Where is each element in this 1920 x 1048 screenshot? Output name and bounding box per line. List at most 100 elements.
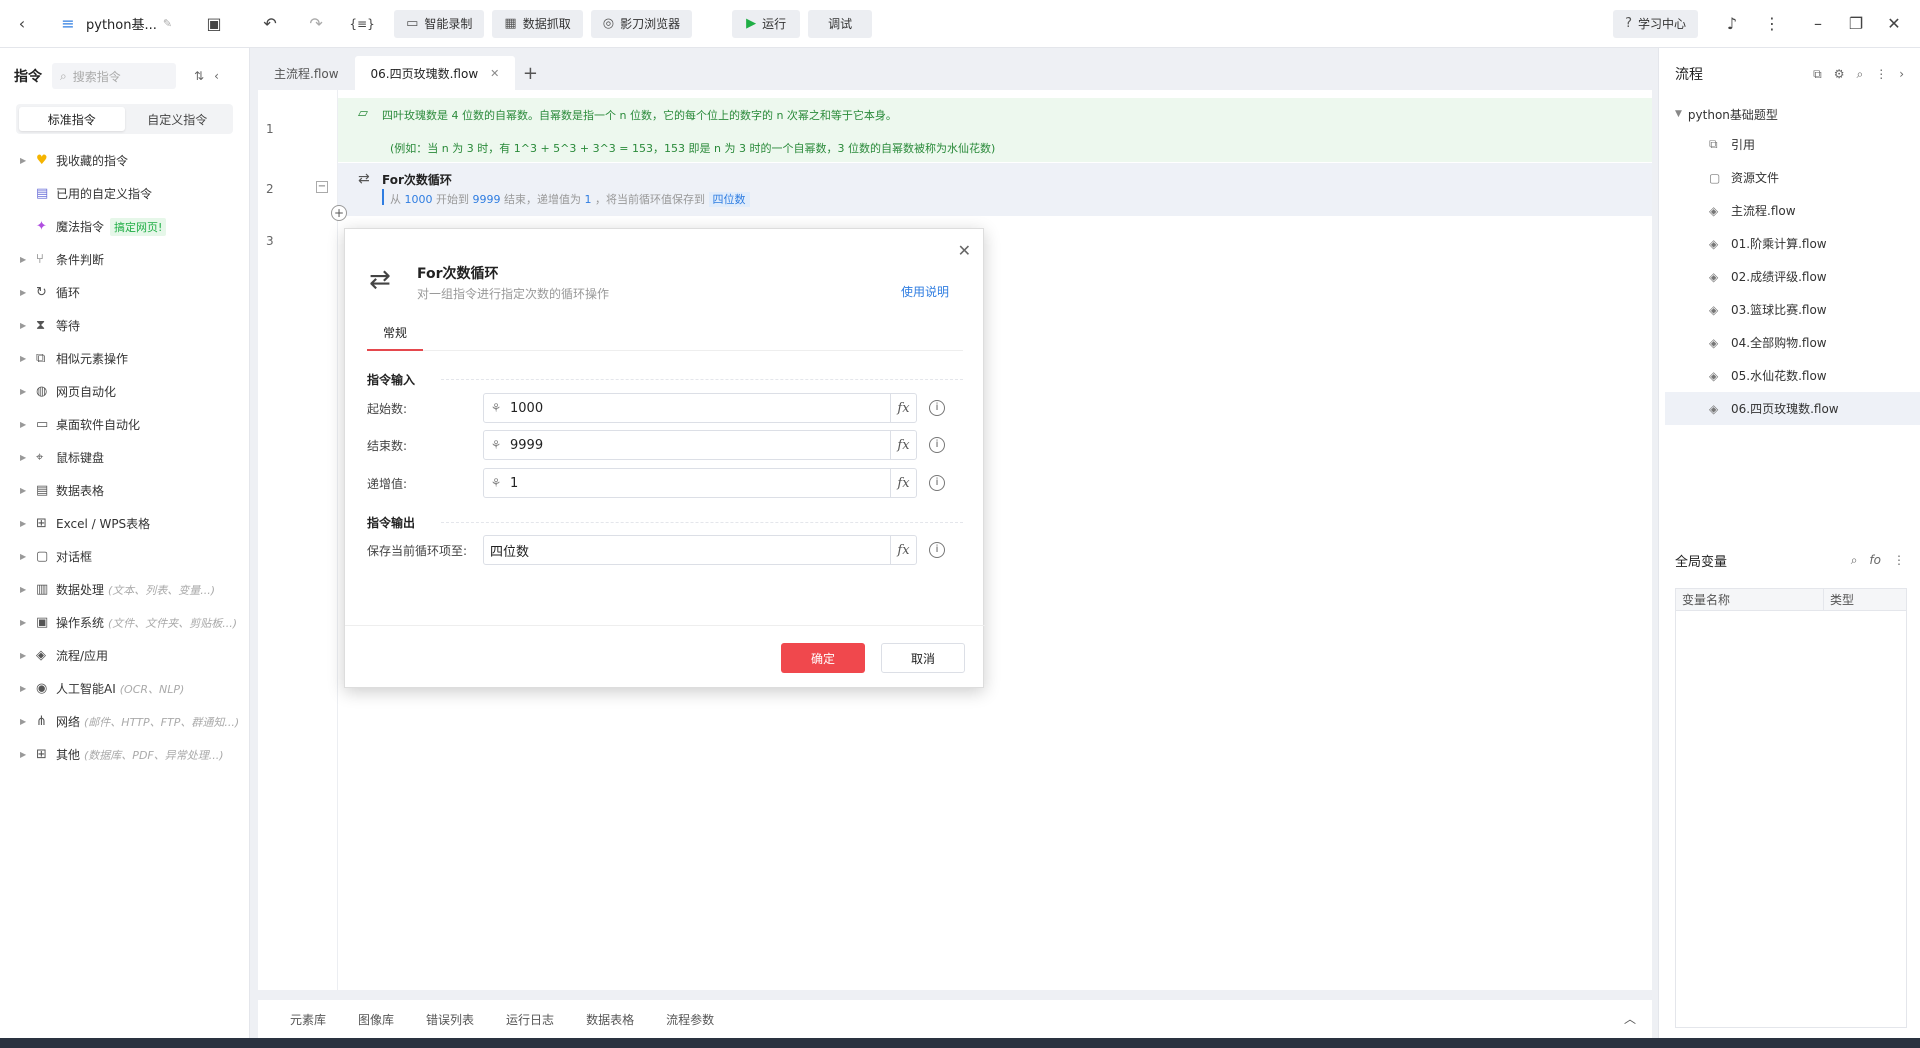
command-item-ai[interactable]: ▶ ◉ 人工智能AI (OCR、NLP) bbox=[0, 672, 249, 705]
help-link[interactable]: 使用说明 bbox=[901, 283, 949, 300]
more-icon[interactable]: ⋮ bbox=[1893, 553, 1905, 567]
more-icon[interactable]: ⋮ bbox=[1756, 8, 1788, 40]
add-flow-icon[interactable]: ⧉ bbox=[1813, 67, 1822, 82]
tree-item-main-flow[interactable]: ◈ 主流程.flow bbox=[1659, 194, 1920, 227]
command-item-data-processing[interactable]: ▶ ▥ 数据处理 (文本、列表、变量...) bbox=[0, 573, 249, 606]
info-icon[interactable]: i bbox=[929, 437, 945, 453]
tree-item-resources[interactable]: ▢ 资源文件 bbox=[1659, 161, 1920, 194]
command-item-web-automation[interactable]: ▶ ◍ 网页自动化 bbox=[0, 375, 249, 408]
command-item-used-custom[interactable]: ▤ 已用的自定义指令 bbox=[0, 177, 249, 210]
command-item-wait[interactable]: ▶ ⧗ 等待 bbox=[0, 309, 249, 342]
tab-error-list[interactable]: 错误列表 bbox=[426, 1011, 474, 1028]
run-button[interactable]: ▶ 运行 bbox=[732, 9, 801, 38]
undo-icon[interactable]: ↶ bbox=[254, 8, 286, 40]
command-item-network[interactable]: ▶ ⋔ 网络 (邮件、HTTP、FTP、群通知...) bbox=[0, 705, 249, 738]
close-icon[interactable]: ✕ bbox=[958, 241, 971, 260]
browser-button[interactable]: ◎ 影刀浏览器 bbox=[590, 9, 693, 38]
minimize-icon[interactable]: – bbox=[1802, 8, 1834, 40]
learn-center-button[interactable]: ? 学习中心 bbox=[1613, 9, 1698, 38]
info-icon[interactable]: i bbox=[929, 542, 945, 558]
end-input[interactable]: ⚘ 9999 fx bbox=[483, 430, 917, 460]
tab-custom-commands[interactable]: 自定义指令 bbox=[125, 107, 231, 131]
command-item-similar-elements[interactable]: ▶ ⧉ 相似元素操作 bbox=[0, 342, 249, 375]
close-window-icon[interactable]: ✕ bbox=[1878, 8, 1910, 40]
fx-icon[interactable]: fx bbox=[890, 469, 916, 497]
tab-data-table[interactable]: 数据表格 bbox=[586, 1011, 634, 1028]
tab-image-library[interactable]: 图像库 bbox=[358, 1011, 394, 1028]
tab-general[interactable]: 常规 bbox=[367, 321, 423, 351]
tree-item-flow-02[interactable]: ◈ 02.成绩评级.flow bbox=[1659, 260, 1920, 293]
tab-rose-number-flow[interactable]: 06.四页玫瑰数.flow ✕ bbox=[354, 56, 516, 90]
fx-icon[interactable]: fx bbox=[890, 536, 916, 564]
tab-standard-commands[interactable]: 标准指令 bbox=[19, 107, 125, 131]
command-item-condition[interactable]: ▶ ⑂ 条件判断 bbox=[0, 243, 249, 276]
smart-record-button[interactable]: ▭ 智能录制 bbox=[394, 9, 485, 38]
project-tree-root[interactable]: ▼ python基础题型 bbox=[1659, 100, 1920, 128]
bell-icon[interactable]: ♪ bbox=[1716, 8, 1748, 40]
command-item-excel[interactable]: ▶ ⊞ Excel / WPS表格 bbox=[0, 507, 249, 540]
variables-icon[interactable]: {≡} bbox=[346, 8, 378, 40]
tree-item-flow-04[interactable]: ◈ 04.全部购物.flow bbox=[1659, 326, 1920, 359]
note-row[interactable]: ▱ 四叶玫瑰数是 4 位数的自幂数。自幂数是指一个 n 位数，它的每个位上的数字… bbox=[338, 98, 1652, 162]
project-name[interactable]: python基... bbox=[86, 14, 157, 33]
expand-icon: ▶ bbox=[20, 453, 27, 462]
back-icon[interactable]: ‹ bbox=[6, 8, 38, 40]
command-search-input[interactable]: ⌕ 搜索指令 bbox=[52, 63, 176, 89]
collapse-panel-icon[interactable]: ‹ bbox=[214, 69, 219, 83]
output-variable-input[interactable]: 四位数 fx bbox=[483, 535, 917, 565]
info-icon[interactable]: i bbox=[929, 475, 945, 491]
ai-icon: ◉ bbox=[36, 681, 48, 696]
tree-item-flow-03[interactable]: ◈ 03.篮球比赛.flow bbox=[1659, 293, 1920, 326]
save-icon[interactable]: ▣ bbox=[198, 8, 230, 40]
command-item-os[interactable]: ▶ ▣ 操作系统 (文件、文件夹、剪贴板...) bbox=[0, 606, 249, 639]
command-item-other[interactable]: ▶ ⊞ 其他 (数据库、PDF、异常处理...) bbox=[0, 738, 249, 771]
command-item-favorites[interactable]: ▶ ♥ 我收藏的指令 bbox=[0, 144, 249, 177]
settings-icon[interactable]: ⚙ bbox=[1834, 67, 1845, 82]
search-icon[interactable]: ⌕ bbox=[1851, 553, 1858, 568]
flow-panel-header: 流程 ⧉ ⚙ ⌕ ⋮ › bbox=[1659, 48, 1920, 100]
tab-flow-params[interactable]: 流程参数 bbox=[666, 1011, 714, 1028]
collapse-right-icon[interactable]: › bbox=[1899, 67, 1904, 82]
command-item-flow-app[interactable]: ▶ ◈ 流程/应用 bbox=[0, 639, 249, 672]
function-icon[interactable]: fo bbox=[1869, 553, 1881, 567]
tab-element-library[interactable]: 元素库 bbox=[290, 1011, 326, 1028]
python-icon: ⚘ bbox=[490, 401, 502, 415]
sort-icon[interactable]: ⇅ bbox=[194, 69, 204, 83]
search-icon[interactable]: ⌕ bbox=[1856, 67, 1863, 82]
close-tab-icon[interactable]: ✕ bbox=[490, 67, 499, 80]
cancel-button[interactable]: 取消 bbox=[881, 643, 965, 673]
fx-icon[interactable]: fx bbox=[890, 431, 916, 459]
tab-main-flow[interactable]: 主流程.flow bbox=[258, 56, 355, 90]
add-tab-icon[interactable]: + bbox=[515, 56, 545, 90]
step-input[interactable]: ⚘ 1 fx bbox=[483, 468, 917, 498]
maximize-icon[interactable]: ❐ bbox=[1840, 8, 1872, 40]
more-icon[interactable]: ⋮ bbox=[1875, 67, 1887, 82]
for-loop-row[interactable]: ⇄ For次数循环 从 1000 开始到 9999 结束，递增值为 1 ，将当前… bbox=[338, 163, 1652, 216]
command-label: 对话框 bbox=[56, 550, 93, 564]
chevron-up-icon[interactable]: ︿ bbox=[1624, 1010, 1636, 1027]
command-hint: (文件、文件夹、剪贴板...) bbox=[108, 616, 238, 630]
tree-item-flow-06[interactable]: ◈ 06.四页玫瑰数.flow bbox=[1665, 392, 1920, 425]
command-item-dialog[interactable]: ▶ ▢ 对话框 bbox=[0, 540, 249, 573]
tree-item-reference[interactable]: ⧉ 引用 bbox=[1659, 128, 1920, 161]
command-item-mouse-keyboard[interactable]: ▶ ⌖ 鼠标键盘 bbox=[0, 441, 249, 474]
start-input[interactable]: ⚘ 1000 fx bbox=[483, 393, 917, 423]
command-item-desktop-automation[interactable]: ▶ ▭ 桌面软件自动化 bbox=[0, 408, 249, 441]
command-item-data-table[interactable]: ▶ ▤ 数据表格 bbox=[0, 474, 249, 507]
command-item-magic[interactable]: ✦ 魔法指令 搞定网页! bbox=[0, 210, 249, 243]
info-icon[interactable]: i bbox=[929, 400, 945, 416]
command-label: 网络 bbox=[56, 715, 81, 729]
tree-item-flow-05[interactable]: ◈ 05.水仙花数.flow bbox=[1659, 359, 1920, 392]
tree-item-flow-01[interactable]: ◈ 01.阶乘计算.flow bbox=[1659, 227, 1920, 260]
confirm-button[interactable]: 确定 bbox=[781, 643, 865, 673]
collapse-loop-icon[interactable]: − bbox=[316, 181, 328, 193]
redo-icon[interactable]: ↷ bbox=[300, 8, 332, 40]
data-scrape-button[interactable]: ▦ 数据抓取 bbox=[492, 9, 583, 38]
fx-icon[interactable]: fx bbox=[890, 394, 916, 422]
add-command-icon[interactable]: + bbox=[331, 205, 347, 221]
tab-run-log[interactable]: 运行日志 bbox=[506, 1011, 554, 1028]
edit-name-icon[interactable]: ✎ bbox=[163, 17, 172, 30]
tree-item-label: 06.四页玫瑰数.flow bbox=[1731, 402, 1839, 416]
command-item-loop[interactable]: ▶ ↻ 循环 bbox=[0, 276, 249, 309]
debug-button[interactable]: 调试 bbox=[808, 9, 873, 38]
